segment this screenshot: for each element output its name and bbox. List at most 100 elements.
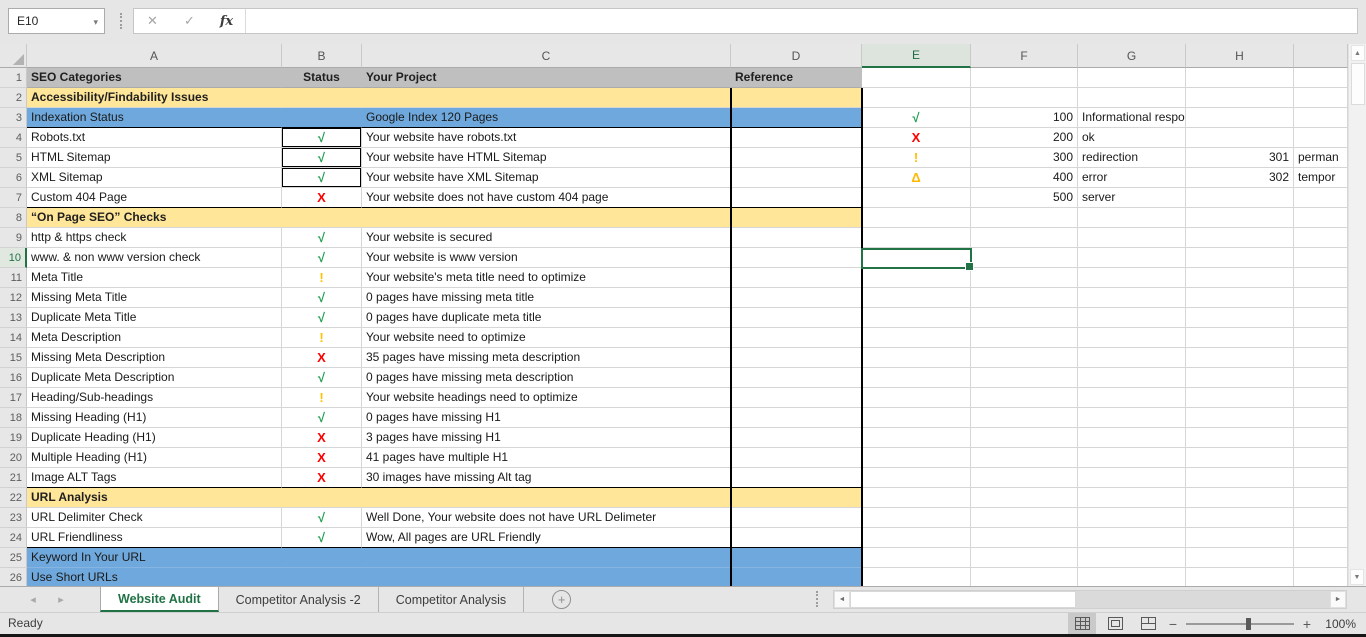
cell-E22[interactable] — [862, 488, 971, 508]
cell-I17[interactable] — [1294, 388, 1348, 408]
cell-H2[interactable] — [1186, 88, 1294, 108]
cell-B23[interactable]: √ — [282, 508, 362, 528]
column-header-A[interactable]: A — [27, 44, 282, 68]
row-header-14[interactable]: 14 — [0, 328, 27, 348]
cell-A8[interactable]: “On Page SEO” Checks — [27, 208, 282, 228]
row-header-12[interactable]: 12 — [0, 288, 27, 308]
cell-D25[interactable] — [731, 548, 862, 568]
cell-D14[interactable] — [731, 328, 862, 348]
cell-H9[interactable] — [1186, 228, 1294, 248]
enter-icon[interactable]: ✓ — [171, 13, 208, 29]
cell-F9[interactable] — [971, 228, 1078, 248]
cell-I23[interactable] — [1294, 508, 1348, 528]
row-header-11[interactable]: 11 — [0, 268, 27, 288]
cell-E19[interactable] — [862, 428, 971, 448]
cell-I26[interactable] — [1294, 568, 1348, 586]
cell-A11[interactable]: Meta Title — [27, 268, 282, 288]
cell-I10[interactable] — [1294, 248, 1348, 268]
cell-B14[interactable]: ! — [282, 328, 362, 348]
column-header-B[interactable]: B — [282, 44, 362, 68]
zoom-in-icon[interactable]: + — [1301, 616, 1313, 632]
cell-I3[interactable] — [1294, 108, 1348, 128]
cell-D24[interactable] — [731, 528, 862, 548]
cell-F21[interactable] — [971, 468, 1078, 488]
cell-I8[interactable] — [1294, 208, 1348, 228]
cell-B2[interactable] — [282, 88, 362, 108]
cell-F24[interactable] — [971, 528, 1078, 548]
select-all-corner[interactable] — [0, 44, 27, 68]
cancel-icon[interactable]: ✕ — [134, 13, 171, 29]
cell-H5[interactable]: 301 — [1186, 148, 1294, 168]
row-header-21[interactable]: 21 — [0, 468, 27, 488]
cell-H22[interactable] — [1186, 488, 1294, 508]
cell-E24[interactable] — [862, 528, 971, 548]
cell-D16[interactable] — [731, 368, 862, 388]
cell-F23[interactable] — [971, 508, 1078, 528]
cell-H16[interactable] — [1186, 368, 1294, 388]
zoom-slider[interactable] — [1186, 623, 1294, 625]
cell-F15[interactable] — [971, 348, 1078, 368]
cell-E6[interactable]: Δ — [862, 168, 971, 188]
cell-B22[interactable] — [282, 488, 362, 508]
cell-C24[interactable]: Wow, All pages are URL Friendly — [362, 528, 731, 548]
cell-I22[interactable] — [1294, 488, 1348, 508]
row-header-13[interactable]: 13 — [0, 308, 27, 328]
cell-G11[interactable] — [1078, 268, 1186, 288]
formula-input[interactable] — [246, 9, 1357, 33]
cell-H1[interactable] — [1186, 68, 1294, 88]
cell-G23[interactable] — [1078, 508, 1186, 528]
cell-D2[interactable] — [731, 88, 862, 108]
cell-G4[interactable]: ok — [1078, 128, 1186, 148]
cell-B4[interactable]: √ — [282, 128, 362, 148]
cell-F14[interactable] — [971, 328, 1078, 348]
cell-C2[interactable] — [362, 88, 731, 108]
scroll-down-icon[interactable]: ▼ — [1350, 569, 1364, 585]
cell-H8[interactable] — [1186, 208, 1294, 228]
cell-I11[interactable] — [1294, 268, 1348, 288]
cell-I14[interactable] — [1294, 328, 1348, 348]
cell-A17[interactable]: Heading/Sub-headings — [27, 388, 282, 408]
cell-B21[interactable]: X — [282, 468, 362, 488]
row-header-16[interactable]: 16 — [0, 368, 27, 388]
cell-C15[interactable]: 35 pages have missing meta description — [362, 348, 731, 368]
cell-I7[interactable] — [1294, 188, 1348, 208]
cell-I4[interactable] — [1294, 128, 1348, 148]
cell-C16[interactable]: 0 pages have missing meta description — [362, 368, 731, 388]
row-header-10[interactable]: 10 — [0, 248, 27, 268]
cell-C4[interactable]: Your website have robots.txt — [362, 128, 731, 148]
cell-B16[interactable]: √ — [282, 368, 362, 388]
cell-E26[interactable] — [862, 568, 971, 586]
cell-D23[interactable] — [731, 508, 862, 528]
new-sheet-button[interactable]: + — [552, 590, 571, 609]
page-layout-view-button[interactable] — [1101, 613, 1129, 634]
cell-F17[interactable] — [971, 388, 1078, 408]
cell-G20[interactable] — [1078, 448, 1186, 468]
cell-C8[interactable] — [362, 208, 731, 228]
cell-C19[interactable]: 3 pages have missing H1 — [362, 428, 731, 448]
name-box[interactable]: E10 ▾ — [8, 8, 105, 34]
cell-C26[interactable] — [362, 568, 731, 586]
cell-C10[interactable]: Your website is www version — [362, 248, 731, 268]
cell-C17[interactable]: Your website headings need to optimize — [362, 388, 731, 408]
row-header-20[interactable]: 20 — [0, 448, 27, 468]
cell-D4[interactable] — [731, 128, 862, 148]
cell-B10[interactable]: √ — [282, 248, 362, 268]
scroll-right-icon[interactable]: ► — [1330, 591, 1346, 608]
row-header-25[interactable]: 25 — [0, 548, 27, 568]
cell-I9[interactable] — [1294, 228, 1348, 248]
cell-G13[interactable] — [1078, 308, 1186, 328]
cell-B11[interactable]: ! — [282, 268, 362, 288]
cell-E15[interactable] — [862, 348, 971, 368]
cell-A6[interactable]: XML Sitemap — [27, 168, 282, 188]
cell-C13[interactable]: 0 pages have duplicate meta title — [362, 308, 731, 328]
cell-B25[interactable] — [282, 548, 362, 568]
cell-D20[interactable] — [731, 448, 862, 468]
row-header-17[interactable]: 17 — [0, 388, 27, 408]
cell-G2[interactable] — [1078, 88, 1186, 108]
cell-H12[interactable] — [1186, 288, 1294, 308]
cell-A9[interactable]: http & https check — [27, 228, 282, 248]
cell-B13[interactable]: √ — [282, 308, 362, 328]
cell-A26[interactable]: Use Short URLs — [27, 568, 282, 586]
cell-G10[interactable] — [1078, 248, 1186, 268]
cell-D13[interactable] — [731, 308, 862, 328]
